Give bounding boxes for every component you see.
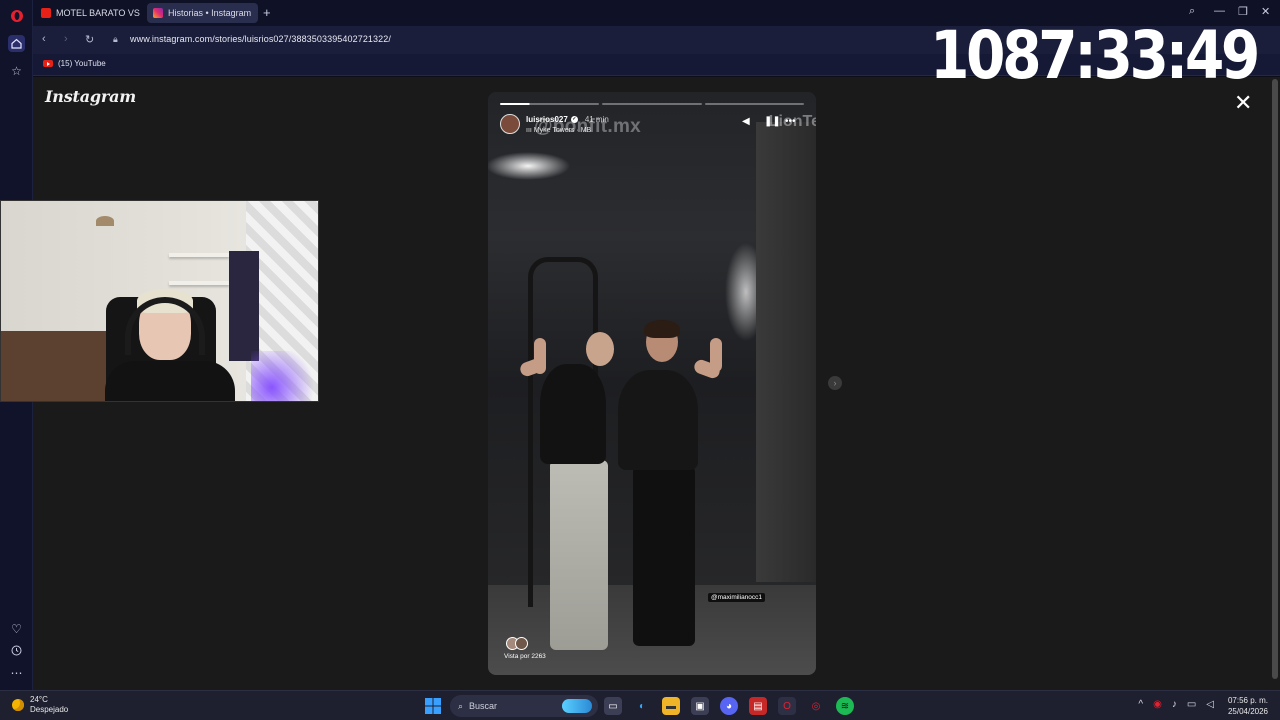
lock-icon: 🔒︎ xyxy=(113,34,118,44)
story-progress-segment xyxy=(704,103,804,105)
music-bars-icon: ııı xyxy=(526,127,534,134)
system-tray: ^ ◉ ♪ ▭ ◁ xyxy=(1138,699,1214,710)
story-options-icon[interactable]: ••• xyxy=(785,116,796,127)
file-explorer-icon[interactable]: ▬ xyxy=(662,697,680,715)
tab-instagram[interactable]: Historias • Instagram xyxy=(147,3,258,23)
instagram-logo[interactable]: Instagram xyxy=(45,87,136,106)
story-header: luisrios027 ✓ 41 min xyxy=(526,115,609,124)
reload-icon[interactable]: ↻ xyxy=(85,33,94,46)
instagram-icon xyxy=(153,8,163,18)
story-image xyxy=(488,92,816,675)
cam-poster xyxy=(229,251,259,361)
story-progress-segment xyxy=(500,103,600,105)
story-person-2-hair xyxy=(644,320,680,338)
weather-desc: Despejado xyxy=(30,705,69,714)
taskbar-clock[interactable]: 07:56 p. m. 25/04/2026 xyxy=(1228,695,1268,717)
story-music[interactable]: ııı Myke Towers · MB xyxy=(526,127,591,134)
youtube-icon xyxy=(43,60,53,67)
taskbar: 24°C Despejado ⌕ Buscar ▭ ◐ ▬ ▣ ◕ ▤ O ◎ … xyxy=(0,690,1280,720)
home-icon[interactable] xyxy=(8,35,25,52)
microphone-icon[interactable]: ♪ xyxy=(1172,699,1177,710)
network-icon[interactable]: ▭ xyxy=(1187,699,1196,710)
story-person-1-forearm xyxy=(534,338,546,374)
search-highlight-icon xyxy=(562,699,592,713)
heart-icon[interactable]: ♡ xyxy=(8,620,25,637)
story-person-2-pants xyxy=(633,466,695,646)
weather-temp: 24°C xyxy=(30,695,48,704)
youtube-icon xyxy=(41,8,51,18)
story-person-2-forearm xyxy=(710,338,722,372)
scrollbar[interactable] xyxy=(1270,77,1280,690)
forward-icon[interactable]: › xyxy=(64,33,68,45)
taskbar-search[interactable]: ⌕ Buscar xyxy=(450,695,598,717)
story-avatar[interactable] xyxy=(500,114,520,134)
story-song: Myke Towers · MB xyxy=(533,127,592,134)
app-icon[interactable]: ▤ xyxy=(749,697,767,715)
story-mention-sticker[interactable]: @maximilianocc1 xyxy=(708,593,766,602)
tab-youtube[interactable]: MOTEL BARATO VS MOTE xyxy=(35,3,143,23)
cam-light-glow xyxy=(251,351,318,401)
windows-start-icon[interactable] xyxy=(424,697,442,715)
cam-sofa xyxy=(1,331,111,401)
window-close-icon[interactable]: ✕ xyxy=(1261,5,1270,18)
cam-lamp xyxy=(96,216,114,226)
story-viewer-avatars[interactable] xyxy=(506,637,528,650)
story-person-1-pants xyxy=(550,460,608,650)
task-view-icon[interactable]: ▭ xyxy=(604,697,622,715)
back-icon[interactable]: ‹ xyxy=(42,33,46,45)
story-person-1-shirt xyxy=(540,364,606,464)
opera-logo-icon[interactable] xyxy=(8,7,25,24)
screen: ☆ ♡ ⋯ MOTEL BARATO VS MOTE Historias • I… xyxy=(0,0,1280,720)
cam-person-body xyxy=(105,361,235,401)
webcam-overlay xyxy=(0,200,319,402)
discord-icon[interactable]: ◕ xyxy=(720,697,738,715)
viewer-avatar xyxy=(515,637,528,650)
tray-opera-icon[interactable]: ◉ xyxy=(1153,699,1162,710)
edge-icon[interactable]: ◐ xyxy=(633,697,651,715)
clock-date: 25/04/2026 xyxy=(1227,707,1268,716)
story-view-count[interactable]: Vista por 2263 xyxy=(504,653,546,660)
volume-icon[interactable]: ◁ xyxy=(1206,699,1214,710)
story-username[interactable]: luisrios027 xyxy=(526,115,568,124)
story-progress xyxy=(500,103,804,105)
opera-taskbar-icon[interactable]: O xyxy=(778,697,796,715)
next-story-icon[interactable]: › xyxy=(828,376,842,390)
scrollbar-thumb[interactable] xyxy=(1272,79,1278,679)
new-tab-icon[interactable]: + xyxy=(263,5,271,20)
pause-icon[interactable]: ❚❚ xyxy=(764,116,781,127)
search-icon: ⌕ xyxy=(458,700,464,711)
clock-time: 07:56 p. m. xyxy=(1227,696,1268,705)
tray-chevron-icon[interactable]: ^ xyxy=(1138,699,1143,710)
story-progress-segment xyxy=(602,103,702,105)
verified-icon: ✓ xyxy=(570,116,578,124)
story-wall xyxy=(756,122,816,582)
url-field[interactable]: www.instagram.com/stories/luisrios027/38… xyxy=(130,34,391,44)
bookmark-youtube[interactable]: (15) YouTube xyxy=(43,59,106,68)
story-person-1-head xyxy=(586,332,614,366)
opera-gx-icon[interactable]: ◎ xyxy=(807,697,825,715)
tab-label: MOTEL BARATO VS MOTE xyxy=(56,8,143,18)
weather-icon xyxy=(12,699,24,711)
story-viewer[interactable]: @bonfit.mx LionTe luisrios027 ✓ 41 min ııı… xyxy=(488,92,816,675)
store-icon[interactable]: ▣ xyxy=(691,697,709,715)
spotify-icon[interactable]: ≋ xyxy=(836,697,854,715)
more-icon[interactable]: ⋯ xyxy=(8,664,25,681)
star-icon[interactable]: ☆ xyxy=(8,62,25,79)
story-person-2-shirt xyxy=(618,370,698,470)
search-placeholder: Buscar xyxy=(469,701,498,711)
stream-timer: 1087:33:49 xyxy=(930,17,1260,94)
history-icon[interactable] xyxy=(8,642,25,659)
mute-icon[interactable]: ◀︎ xyxy=(742,116,750,127)
weather-widget[interactable]: 24°C Despejado xyxy=(12,695,68,715)
bookmark-label: (15) YouTube xyxy=(58,59,106,68)
cam-shelf xyxy=(169,253,229,257)
story-time: 41 min xyxy=(584,115,609,124)
cam-shelf xyxy=(169,281,229,285)
tab-label: Historias • Instagram xyxy=(168,8,252,18)
